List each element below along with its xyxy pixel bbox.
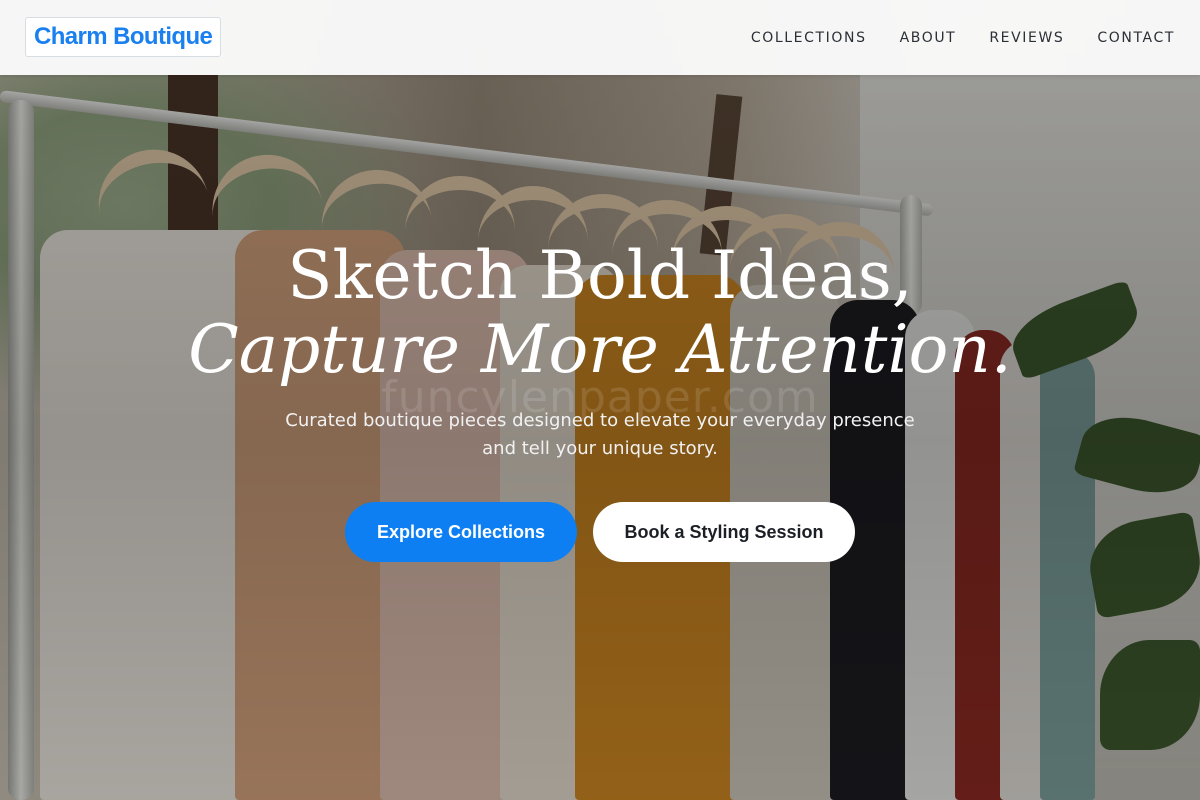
- nav-link-reviews[interactable]: REVIEWS: [989, 30, 1064, 46]
- brand-logo[interactable]: Charm Boutique: [25, 17, 222, 57]
- nav-link-contact[interactable]: CONTACT: [1097, 30, 1175, 46]
- main-nav: COLLECTIONS ABOUT REVIEWS CONTACT: [751, 0, 1175, 75]
- hero-subtext: Curated boutique pieces designed to elev…: [250, 407, 950, 463]
- hero-subtext-line1: Curated boutique pieces designed to elev…: [285, 410, 915, 431]
- hero-subtext-line2: and tell your unique story.: [482, 438, 718, 459]
- site-header: Charm Boutique COLLECTIONS ABOUT REVIEWS…: [0, 0, 1200, 75]
- explore-collections-button[interactable]: Explore Collections: [345, 502, 577, 562]
- book-styling-session-button[interactable]: Book a Styling Session: [593, 502, 855, 562]
- hero-headline-line2: Capture More Attention.: [188, 311, 1012, 388]
- nav-link-about[interactable]: ABOUT: [900, 30, 957, 46]
- hero-section: funcylenpaper.com Sketch Bold Ideas, Cap…: [0, 0, 1200, 800]
- hero-headline-line1: Sketch Bold Ideas,: [287, 237, 913, 314]
- nav-link-collections[interactable]: COLLECTIONS: [751, 30, 867, 46]
